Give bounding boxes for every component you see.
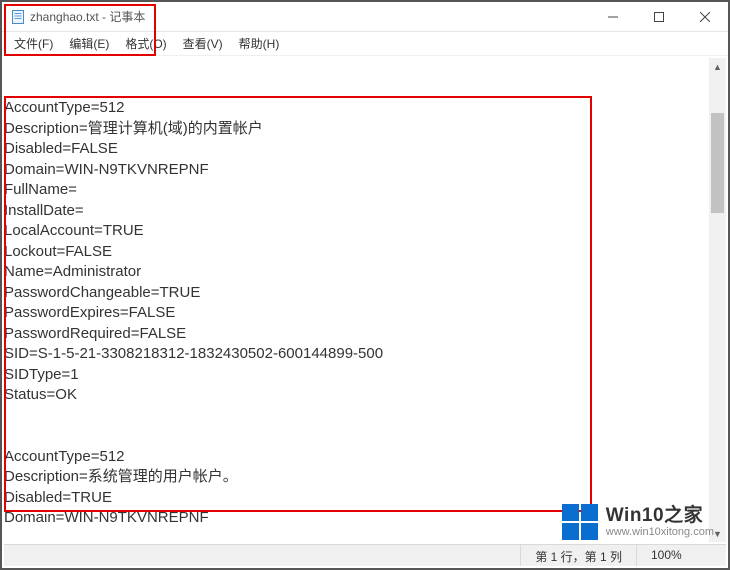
statusbar: 第 1 行，第 1 列 100% — [4, 544, 726, 566]
scroll-thumb[interactable] — [711, 113, 724, 213]
menu-view[interactable]: 查看(V) — [175, 33, 231, 54]
watermark-brand: Win10之家 — [606, 506, 714, 527]
menu-help[interactable]: 帮助(H) — [231, 33, 288, 54]
window-title: zhanghao.txt - 记事本 — [30, 8, 145, 25]
menu-edit[interactable]: 编辑(E) — [61, 33, 117, 54]
menu-format[interactable]: 格式(O) — [117, 33, 174, 54]
status-zoom: 100% — [636, 545, 726, 566]
editor-viewport: AccountType=512 Description=管理计算机(域)的内置帐… — [4, 58, 726, 542]
app-window: zhanghao.txt - 记事本 文件(F) 编辑(E) 格式(O) 查看(… — [0, 0, 730, 570]
status-position: 第 1 行，第 1 列 — [520, 545, 636, 566]
menu-file[interactable]: 文件(F) — [6, 33, 61, 54]
status-spacer — [4, 545, 520, 566]
text-area[interactable]: AccountType=512 Description=管理计算机(域)的内置帐… — [4, 58, 708, 542]
windows-logo-icon — [562, 504, 598, 540]
maximize-button[interactable] — [636, 2, 682, 32]
notepad-icon — [10, 9, 26, 25]
menubar: 文件(F) 编辑(E) 格式(O) 查看(V) 帮助(H) — [2, 32, 728, 56]
minimize-button[interactable] — [590, 2, 636, 32]
window-controls — [590, 2, 728, 32]
vertical-scrollbar[interactable]: ▲ ▼ — [709, 58, 726, 542]
close-button[interactable] — [682, 2, 728, 32]
scroll-up-icon[interactable]: ▲ — [709, 58, 726, 75]
watermark-url: www.win10xitong.com — [606, 526, 714, 538]
titlebar[interactable]: zhanghao.txt - 记事本 — [2, 2, 728, 32]
watermark: Win10之家 www.win10xitong.com — [562, 504, 714, 540]
